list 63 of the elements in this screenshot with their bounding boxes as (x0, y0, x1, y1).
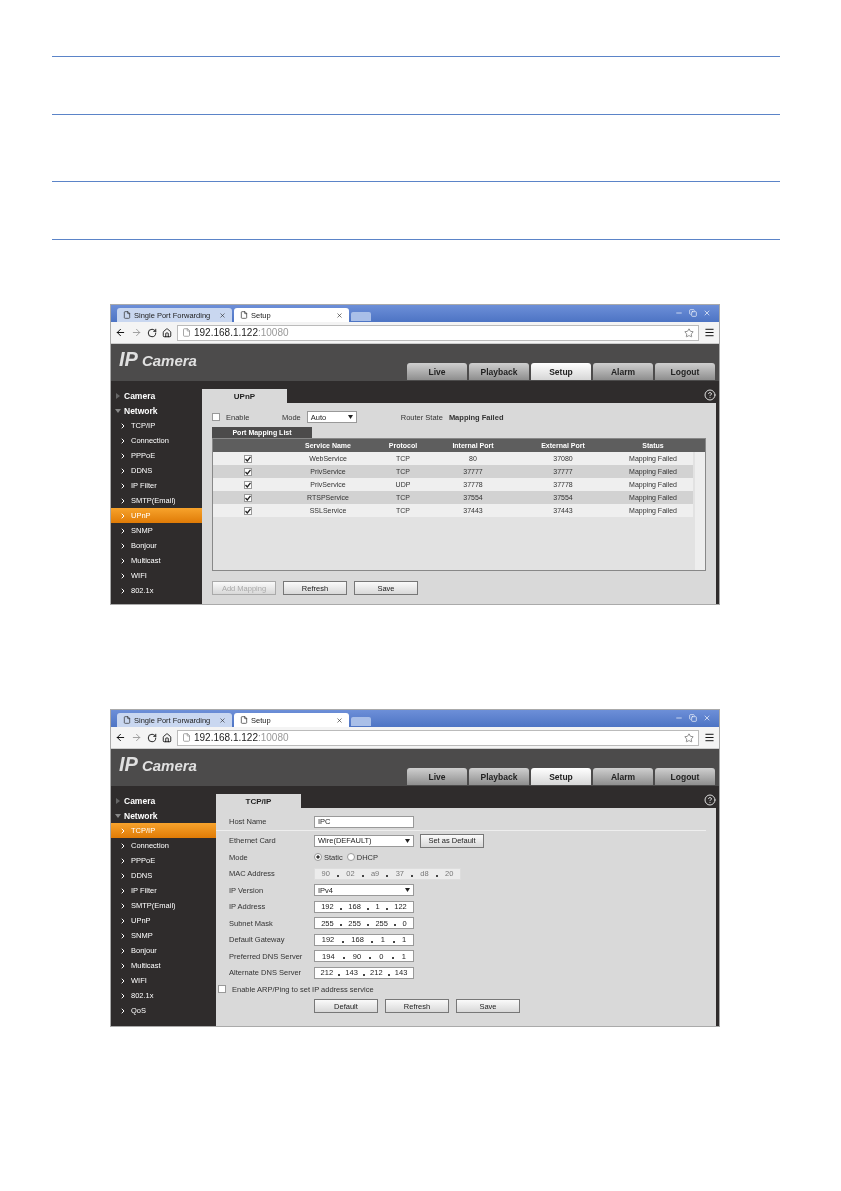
sidebar-group[interactable]: Camera (124, 795, 156, 806)
panel-tab[interactable]: TCP/IP (216, 794, 301, 808)
panel-tab[interactable]: UPnP (202, 389, 287, 403)
close-icon[interactable] (219, 716, 226, 724)
page-icon (240, 311, 248, 319)
sidebar-group[interactable]: Network (124, 405, 158, 416)
star-icon[interactable] (684, 732, 694, 743)
nav-tab[interactable]: Live (407, 363, 467, 380)
reload-icon[interactable] (147, 732, 157, 743)
expanded-triangle-icon[interactable] (115, 812, 121, 819)
help-icon[interactable] (704, 794, 716, 806)
page-icon (240, 716, 248, 724)
restore-icon[interactable] (689, 714, 697, 722)
help-icon[interactable] (704, 389, 716, 401)
dropdown-caret-icon (347, 415, 353, 419)
nav-tab[interactable]: Setup (531, 363, 591, 380)
sidebar-group[interactable]: Camera (124, 390, 156, 401)
dropdown-caret-icon (405, 838, 410, 843)
dropdown-caret-icon (405, 888, 410, 893)
page-icon (123, 716, 131, 724)
restore-icon[interactable] (689, 309, 697, 317)
nav-tab[interactable]: Setup (531, 768, 591, 785)
nav-tab[interactable]: Logout (655, 768, 715, 785)
row-checkbox[interactable] (244, 454, 252, 463)
row-checkbox[interactable] (244, 480, 252, 489)
back-icon[interactable] (115, 732, 126, 743)
enable-checkbox[interactable] (212, 413, 220, 421)
menu-icon[interactable] (704, 732, 715, 743)
logo: IP Camera (119, 348, 197, 371)
nav-tab[interactable]: Playback (469, 768, 529, 785)
scrollbar[interactable] (695, 452, 705, 570)
nav-tab[interactable]: Live (407, 768, 467, 785)
radio-button[interactable] (314, 853, 322, 862)
close-icon[interactable] (219, 311, 226, 319)
forward-icon[interactable] (131, 732, 142, 743)
nav-tab[interactable]: Logout (655, 363, 715, 380)
home-icon[interactable] (162, 327, 172, 338)
row-checkbox[interactable] (244, 506, 252, 515)
arp-checkbox[interactable] (218, 985, 226, 993)
row-checkbox[interactable] (244, 467, 252, 476)
address-field[interactable]: 192.168.1.122:10080 (177, 729, 699, 746)
nav-tab[interactable]: Alarm (593, 768, 653, 785)
page-icon (182, 328, 191, 337)
page-icon (123, 311, 131, 319)
close-icon[interactable] (336, 716, 343, 724)
sidebar-group[interactable]: Network (124, 810, 158, 821)
nav-tab[interactable]: Playback (469, 363, 529, 380)
star-icon[interactable] (684, 327, 694, 338)
page-icon (182, 733, 191, 742)
address-field[interactable]: 192.168.1.122:10080 (177, 324, 699, 341)
reload-icon[interactable] (147, 327, 157, 338)
collapsed-triangle-icon[interactable] (115, 797, 121, 804)
radio-button[interactable] (346, 853, 355, 862)
logo: IP Camera (119, 753, 197, 776)
collapsed-triangle-icon[interactable] (115, 392, 121, 399)
close-icon[interactable] (336, 311, 343, 319)
home-icon[interactable] (162, 732, 172, 743)
back-icon[interactable] (115, 327, 126, 338)
forward-icon[interactable] (131, 327, 142, 338)
menu-icon[interactable] (704, 327, 715, 338)
row-checkbox[interactable] (244, 493, 252, 502)
expanded-triangle-icon[interactable] (115, 407, 121, 414)
nav-tab[interactable]: Alarm (593, 363, 653, 380)
